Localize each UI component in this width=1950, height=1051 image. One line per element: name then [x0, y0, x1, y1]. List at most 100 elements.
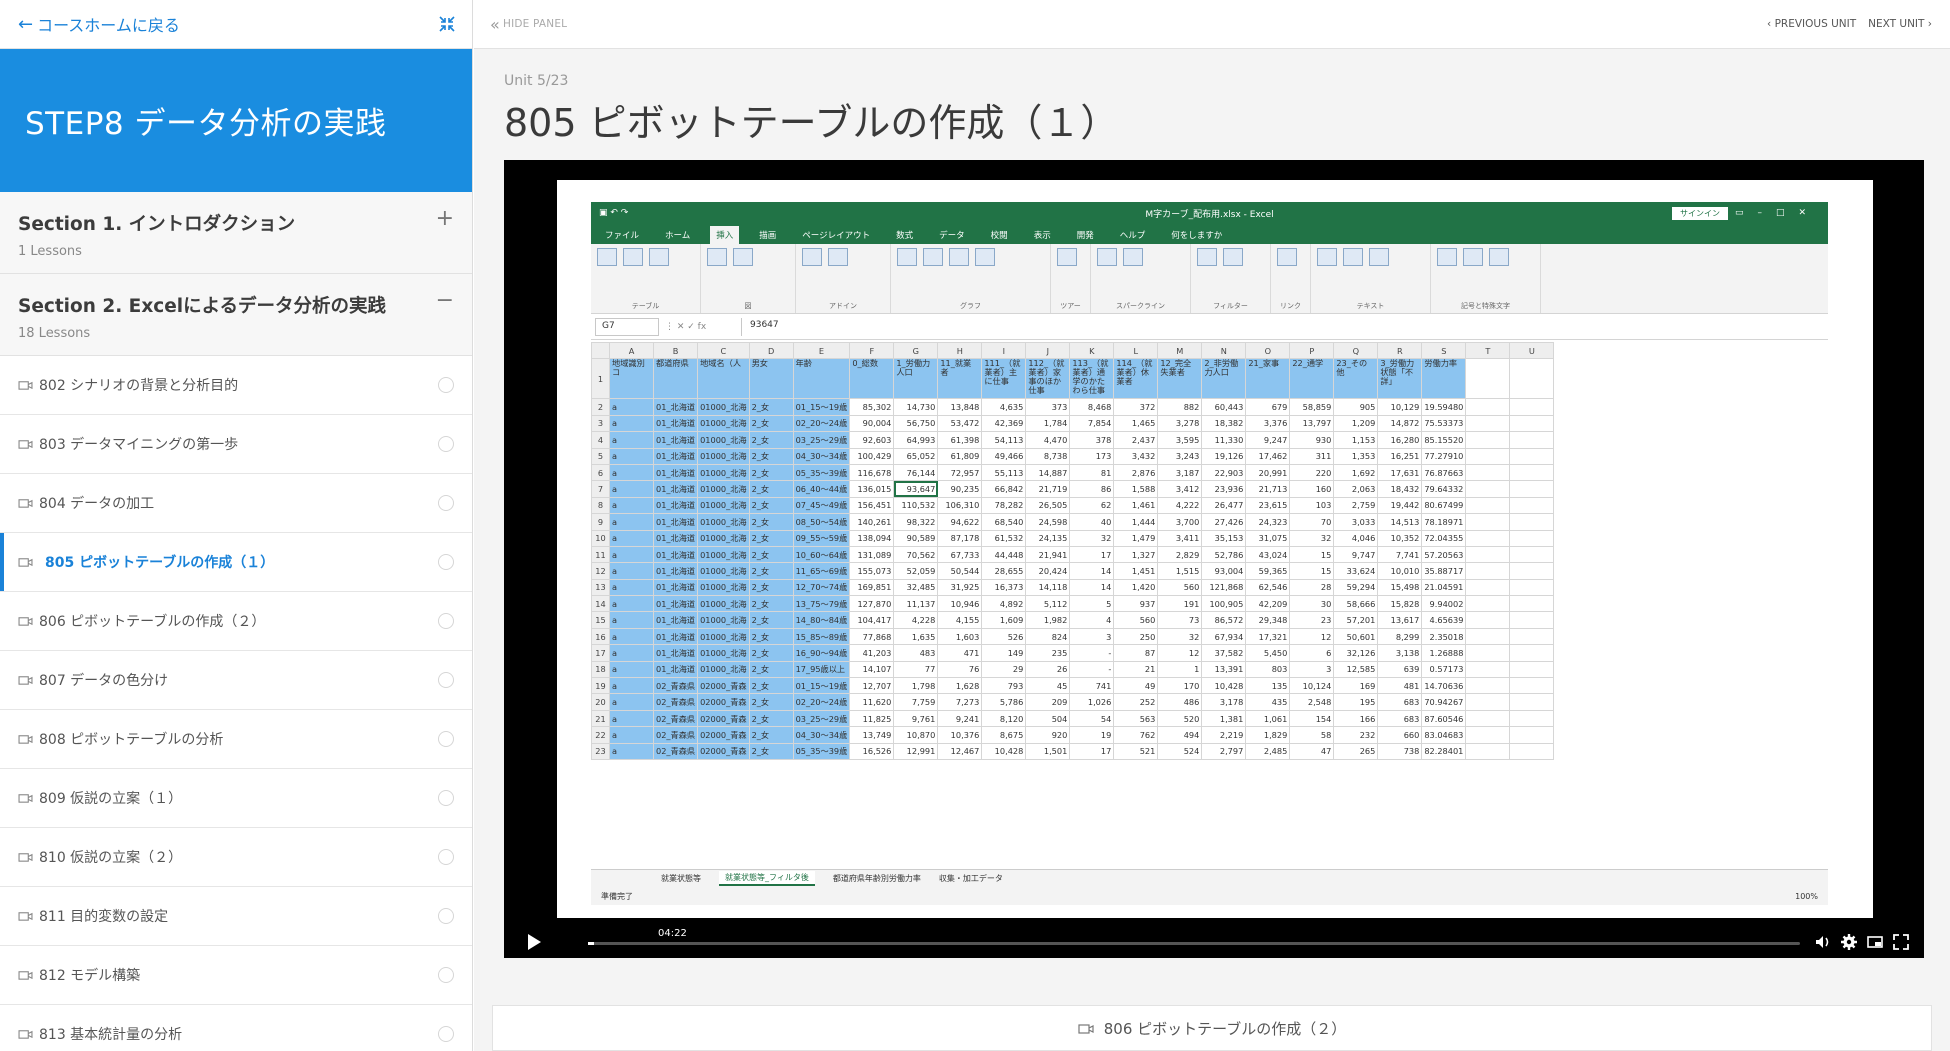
lesson-item[interactable]: 807 データの色分け [0, 651, 472, 710]
table-cell: 104,417 [849, 611, 895, 629]
ribbon-group-label: ツアー [1060, 302, 1081, 310]
table-cell: 1,603 [937, 627, 983, 646]
next-unit-button[interactable]: NEXT UNIT › [1868, 18, 1932, 30]
table-cell: 01_北海道 [652, 644, 699, 662]
table-cell: 14,513 [1377, 513, 1423, 531]
excel-ribbon-group: 記号と特殊文字 [1431, 244, 1541, 313]
table-cell: 15,498 [1377, 578, 1423, 597]
excel-signin-button: サインイン [1672, 206, 1728, 220]
previous-unit-button[interactable]: ‹ PREVIOUS UNIT [1767, 18, 1856, 30]
row-header: 4 [591, 431, 610, 449]
table-cell: 17,631 [1377, 463, 1423, 482]
table-cell: 3,412 [1157, 480, 1203, 498]
lesson-item[interactable]: 804 データの加工 [0, 474, 472, 533]
lesson-item[interactable]: 802 シナリオの背景と分析目的 [0, 356, 472, 415]
table-cell: 2_女 [748, 447, 794, 465]
collapse-minus-icon[interactable]: − [436, 288, 454, 313]
video-progress-fill [588, 942, 595, 945]
table-cell: 21.04591 [1421, 578, 1467, 597]
table-cell: 3 [1069, 627, 1115, 646]
lesson-item[interactable]: 808 ピボットテーブルの分析 [0, 710, 472, 769]
lesson-label: 811 目的変数の設定 [39, 909, 169, 925]
lesson-item[interactable]: 813 基本統計量の分析 [0, 1005, 472, 1051]
table-cell: 1.26888 [1421, 644, 1467, 662]
collapse-arrows-icon[interactable] [438, 15, 456, 33]
table-cell: 57,201 [1333, 611, 1379, 629]
header-cell [1465, 358, 1511, 400]
table-cell: 01000_北海 [697, 562, 750, 580]
column-header: H [937, 342, 983, 360]
column-header: G [893, 342, 939, 360]
column-header: A [609, 342, 654, 360]
expand-plus-icon[interactable]: + [436, 206, 454, 231]
play-icon[interactable] [528, 934, 541, 950]
table-cell: 17_95歳以上 [792, 660, 851, 679]
table-cell: 01_北海道 [652, 545, 699, 564]
section-2-header[interactable]: Section 2. Excelによるデータ分析の実践 18 Lessons − [0, 274, 472, 356]
video-progress-bar[interactable]: 04:22 [588, 928, 1800, 945]
table-cell: 235 [1025, 644, 1071, 662]
table-cell: 19,126 [1201, 447, 1247, 465]
header-cell: 1_労働力人口 [893, 358, 939, 400]
lesson-item[interactable]: 812 モデル構築 [0, 946, 472, 1005]
table-cell: 21,941 [1025, 545, 1071, 564]
table-cell: 2,829 [1157, 545, 1203, 564]
table-cell: 02_青森県 [652, 693, 699, 711]
section-1-header[interactable]: Section 1. イントロダクション 1 Lessons + [0, 192, 472, 274]
excel-ribbon-tabs: ファイル ホーム 挿入 描画 ページレイアウト 数式 データ 校閲 表示 開発 ヘルプ 何をしますか [591, 224, 1828, 244]
table-cell [1465, 562, 1511, 580]
table-cell [1509, 447, 1555, 465]
completion-circle-icon [438, 1026, 454, 1042]
row-header: 17 [591, 644, 610, 662]
video-player[interactable]: ▣ ↶ ↷ M字カーブ_配布用.xlsx - Excel サインイン ▭–□✕ … [504, 160, 1924, 958]
settings-gear-icon[interactable] [1840, 933, 1858, 951]
column-header: C [697, 342, 750, 360]
table-cell: 9,761 [893, 709, 939, 728]
table-cell: 32 [1289, 529, 1335, 547]
row-header: 20 [591, 693, 610, 711]
table-cell [1509, 578, 1555, 597]
table-cell: a [609, 660, 654, 679]
volume-icon[interactable] [1814, 933, 1832, 951]
video-camera-icon [18, 794, 33, 803]
table-cell: 12,585 [1333, 660, 1379, 679]
lesson-item[interactable]: 811 目的変数の設定 [0, 887, 472, 946]
row-header: 22 [591, 726, 610, 744]
table-cell: 10,352 [1377, 529, 1423, 547]
lesson-item[interactable]: 806 ピボットテーブルの作成（２） [0, 592, 472, 651]
picture-in-picture-icon[interactable] [1866, 933, 1884, 951]
excel-ribbon-tab: 数式 [896, 231, 914, 241]
hide-panel-button[interactable]: « HIDE PANEL [490, 15, 567, 34]
lesson-item[interactable]: 805 ピボットテーブルの作成（１） [0, 533, 472, 592]
header-cell [1509, 358, 1555, 400]
table-cell: 59,365 [1245, 562, 1291, 580]
column-header: R [1377, 342, 1423, 360]
table-cell: 116,678 [849, 463, 895, 482]
table-cell: 52,786 [1201, 545, 1247, 564]
ribbon-command-icon [1123, 248, 1143, 266]
table-cell: 70,562 [893, 545, 939, 564]
table-cell: 01_北海道 [652, 529, 699, 547]
table-cell: 2_女 [748, 480, 794, 498]
lesson-item[interactable]: 809 仮説の立案（１） [0, 769, 472, 828]
table-cell: 3,700 [1157, 513, 1203, 531]
table-cell: 07_45～49歳 [792, 496, 851, 515]
header-cell: 22_通学 [1289, 358, 1335, 400]
next-lesson-bar[interactable]: 806 ピボットテーブルの作成（２） [492, 1005, 1932, 1051]
table-cell: 5,450 [1245, 644, 1291, 662]
table-cell: 70.94267 [1421, 693, 1467, 711]
lesson-item[interactable]: 803 データマイニングの第一歩 [0, 415, 472, 474]
table-cell: 1,444 [1113, 513, 1159, 531]
table-cell [1509, 742, 1555, 760]
table-cell: 87 [1113, 644, 1159, 662]
table-cell: 9,247 [1245, 431, 1291, 449]
lesson-item[interactable]: 810 仮説の立案（２） [0, 828, 472, 887]
table-cell: 85,302 [849, 398, 895, 416]
table-cell: a [609, 578, 654, 597]
fullscreen-icon[interactable] [1892, 933, 1910, 951]
back-to-course-home-link[interactable]: ← コースホームに戻る [18, 12, 180, 36]
ribbon-group-label: テキスト [1356, 302, 1385, 310]
table-cell: 127,870 [849, 595, 895, 613]
table-cell: 521 [1113, 742, 1159, 760]
table-cell: 02_20～24歳 [792, 414, 851, 433]
